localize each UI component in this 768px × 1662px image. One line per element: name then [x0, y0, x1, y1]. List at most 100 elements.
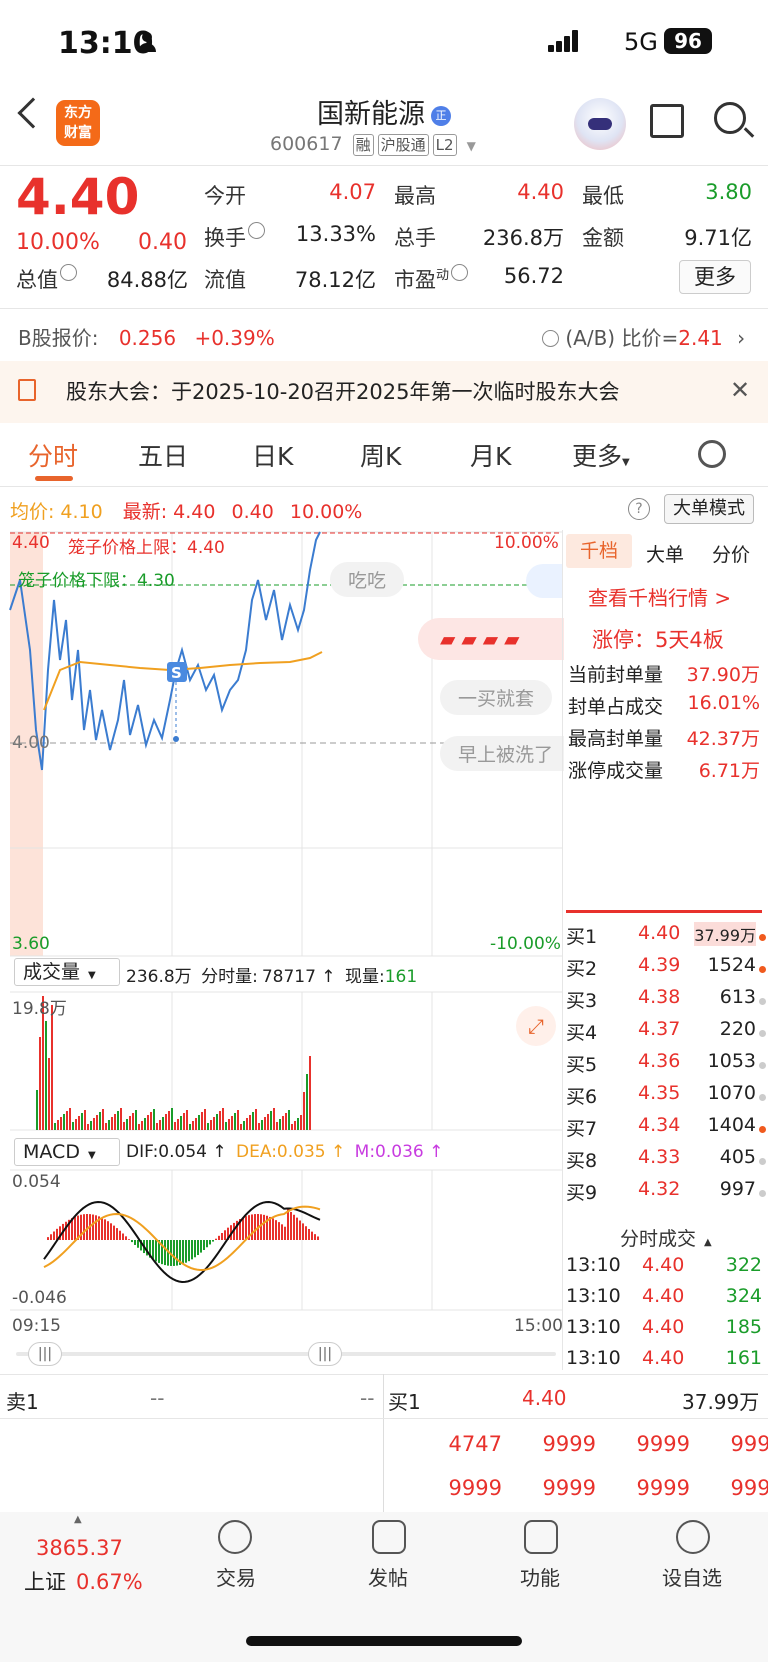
tick-row: 13:10 4.40 322 [566, 1254, 762, 1276]
queue-order: 9999 [636, 1476, 690, 1500]
high-value: 4.40 [517, 180, 564, 204]
stat-value: 6.71万 [698, 760, 760, 782]
tick-row: 13:10 4.40 185 [566, 1316, 762, 1338]
macd-histogram [47, 1209, 319, 1266]
ai-assistant-icon[interactable] [574, 98, 626, 150]
watchlist-icon[interactable] [676, 1520, 710, 1554]
change-amount: 0.40 [138, 230, 187, 255]
ab-ratio[interactable]: (A/B) 比价=2.41 › [540, 322, 745, 351]
active-tab-indicator [35, 476, 73, 481]
post-icon[interactable] [372, 1520, 406, 1554]
tab-thousand-level[interactable]: 千档 [566, 534, 632, 568]
buy1-label: 买1 [388, 1390, 421, 1414]
market-cap-value: 84.88亿 [106, 268, 188, 292]
tab-monthly-k[interactable]: 月K [470, 437, 511, 473]
share-icon[interactable] [650, 104, 684, 138]
notice-text[interactable]: 股东大会：于2025-10-20召开2025年第一次临时股东大会 [66, 376, 619, 406]
stat-label: 封单占成交 [568, 696, 664, 718]
amount-value: 9.71亿 [684, 226, 752, 250]
info-icon[interactable] [542, 330, 559, 347]
tag-margin: 融 [352, 134, 374, 156]
sell1-price: -- [150, 1386, 165, 1410]
book-row[interactable]: 买8 4.33 405 [566, 1146, 766, 1178]
book-row[interactable]: 买4 4.37 220 [566, 1018, 766, 1050]
book-row[interactable]: 买2 4.39 1524 [566, 954, 766, 986]
volume-max-label: 19.8万 [12, 999, 67, 1019]
comment-bubble[interactable]: 一买就套 [440, 680, 553, 715]
nav-watchlist[interactable]: 设自选 [642, 1562, 742, 1591]
close-icon[interactable]: ✕ [730, 376, 750, 404]
battery-icon: 96 [664, 28, 712, 54]
tab-intraday[interactable]: 分时 [28, 437, 78, 473]
queue-order: 9999 [636, 1432, 690, 1456]
tab-five-day[interactable]: 五日 [138, 437, 188, 473]
cage-upper-label: 笼子价格上限：4.40 [68, 538, 225, 558]
queue-order: 9999 [730, 1476, 768, 1500]
nav-functions[interactable]: 功能 [490, 1562, 590, 1591]
bottom-pct-label: -10.00% [490, 934, 561, 954]
buy1-price: 4.40 [522, 1386, 567, 1410]
tab-weekly-k[interactable]: 周K [360, 437, 401, 473]
sell1-volume: -- [360, 1386, 375, 1410]
mid-price-label: 4.00 [12, 733, 50, 753]
book-row[interactable]: 买3 4.38 613 [566, 986, 766, 1018]
volume-selector[interactable]: 成交量 ▼ [14, 958, 120, 986]
chevron-down-icon[interactable]: ▼ [467, 139, 476, 153]
tick-title[interactable]: 分时成交 ▲ [620, 1224, 712, 1251]
book-row[interactable]: 买6 4.35 1070 [566, 1082, 766, 1114]
trade-icon[interactable] [218, 1520, 252, 1554]
top-pct-label: 10.00% [494, 533, 559, 553]
nav-trade[interactable]: 交易 [186, 1562, 286, 1591]
tab-big-order[interactable]: 大单 [646, 540, 684, 567]
gear-icon[interactable] [698, 440, 726, 468]
index-name[interactable]: 上证 0.67% [24, 1566, 143, 1596]
big-order-mode-button[interactable]: 大单模式 [664, 494, 754, 524]
stat-value: 16.01% [687, 692, 760, 714]
range-handle-right[interactable]: ||| [308, 1342, 342, 1366]
nav-post[interactable]: 发帖 [338, 1562, 438, 1591]
time-start-label: 09:15 [12, 1316, 61, 1336]
limit-up-status: 涨停：5天4板 [592, 628, 724, 652]
mascot-icon[interactable] [526, 564, 562, 598]
chart-summary: 均价: 4.10 最新: 4.40 0.40 10.00% [10, 501, 363, 523]
speaker-icon [18, 379, 36, 401]
book-row[interactable]: 买1 4.40 37.99万 [566, 922, 766, 954]
low-label: 最低 [582, 184, 624, 208]
more-button[interactable]: 更多 [679, 260, 751, 294]
sell-marker: S [171, 664, 182, 682]
tab-daily-k[interactable]: 日K [252, 437, 293, 473]
range-handle-left[interactable]: ||| [28, 1342, 62, 1366]
book-row[interactable]: 买9 4.32 997 [566, 1178, 766, 1210]
info-icon[interactable] [248, 222, 265, 239]
tab-more[interactable]: 更多▼ [572, 437, 630, 473]
intraday-chart[interactable]: S [0, 530, 562, 1490]
time-end-label: 15:00 [514, 1316, 563, 1336]
tag-l2: L2 [432, 134, 457, 156]
comment-bubble[interactable]: 早上被洗了 [440, 736, 564, 771]
info-icon[interactable] [451, 264, 469, 281]
book-row[interactable]: 买7 4.34 1404 [566, 1114, 766, 1146]
thousand-level-link[interactable]: 查看千档行情 > [588, 582, 731, 611]
comment-bubble[interactable]: 吃吃 [330, 562, 405, 597]
expand-icon[interactable]: ⤢ [516, 1006, 556, 1046]
queue-order: 9999 [730, 1432, 768, 1456]
search-icon[interactable] [714, 102, 746, 134]
indicator-selector[interactable]: MACD ▼ [14, 1138, 120, 1166]
change-percent: 10.00% [16, 230, 100, 255]
person-icon [138, 32, 156, 52]
index-value[interactable]: 3865.37 [36, 1536, 123, 1560]
queue-order: 4747 [448, 1432, 502, 1456]
verified-badge-icon: 正 [431, 106, 451, 126]
chevron-right-icon[interactable]: › [737, 326, 745, 350]
info-icon[interactable] [60, 264, 77, 281]
limit-up-badges[interactable]: ▰▰▰▰ [418, 618, 564, 660]
help-icon[interactable]: ? [628, 498, 650, 520]
queue-order: 9999 [542, 1476, 596, 1500]
functions-icon[interactable] [524, 1520, 558, 1554]
tab-price-dist[interactable]: 分价 [712, 540, 750, 567]
book-row[interactable]: 买5 4.36 1053 [566, 1050, 766, 1082]
range-track [16, 1352, 556, 1356]
amount-label: 金额 [582, 226, 624, 250]
volume-value: 236.8万 [482, 226, 564, 250]
stock-code-line: 600617 融沪股通 L2 ▼ [270, 133, 476, 156]
